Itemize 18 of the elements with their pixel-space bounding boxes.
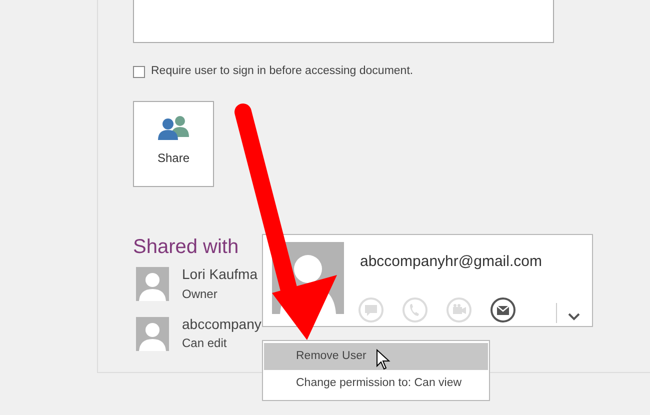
- chevron-down-icon[interactable]: [568, 313, 580, 321]
- menu-item[interactable]: Remove User: [264, 343, 488, 370]
- person-role: Owner: [182, 286, 218, 303]
- text-area[interactable]: [133, 0, 554, 43]
- share-button[interactable]: Share: [133, 101, 214, 188]
- section-heading: Shared with: [133, 237, 240, 258]
- checkbox-label: Require user to sign in before accessing document.: [151, 64, 414, 79]
- person-name[interactable]: abccompany: [182, 316, 262, 332]
- person-role: Can edit: [182, 335, 228, 352]
- person-name[interactable]: Lori Kaufma: [182, 267, 258, 283]
- contact-email: abccompanyhr@gmail.com: [360, 252, 542, 272]
- checkbox[interactable]: [133, 66, 145, 78]
- menu-item[interactable]: Change permission to: Can view: [264, 370, 488, 398]
- mouse-cursor-icon: [376, 348, 390, 370]
- mail-icon[interactable]: [490, 297, 516, 323]
- people-icon: [156, 115, 190, 142]
- avatar-icon: [136, 316, 169, 351]
- avatar-icon: [136, 267, 169, 302]
